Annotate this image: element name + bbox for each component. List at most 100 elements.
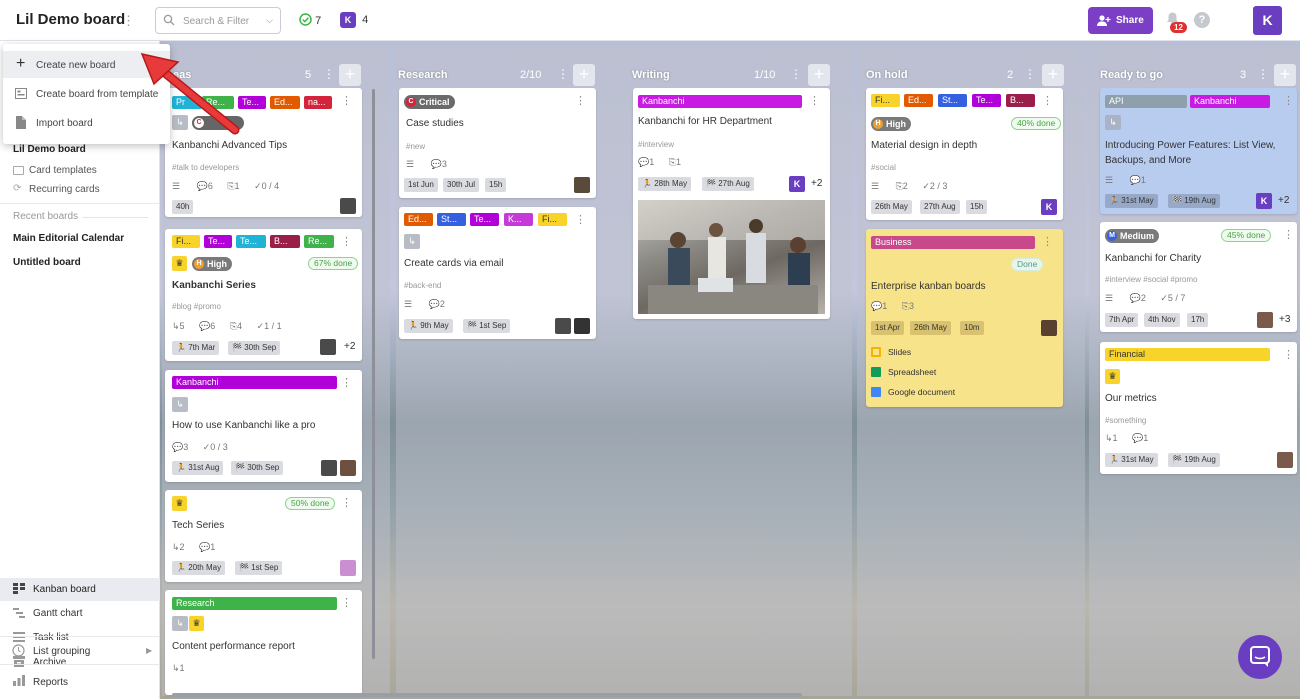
column-title[interactable]: On hold [866, 69, 908, 81]
add-card-button[interactable]: + [573, 64, 595, 86]
board-title[interactable]: Lil Demo board [16, 11, 125, 28]
card-menu-icon[interactable]: ⋮ [1042, 94, 1053, 107]
comment-count: 2 [1140, 293, 1146, 303]
sidebar-item-card-templates[interactable]: Card templates [29, 165, 97, 176]
done-counter[interactable]: 7 [299, 13, 321, 27]
card-menu-icon[interactable]: ⋮ [341, 596, 352, 609]
view-gantt-chart[interactable]: Gantt chart [33, 608, 82, 619]
card-menu-icon[interactable]: ⋮ [809, 94, 820, 107]
sidebar-item-recurring-cards[interactable]: Recurring cards [29, 184, 100, 195]
card[interactable]: Fi... Ed... St... Te... B... ⋮ H High 40%… [866, 88, 1063, 220]
comment-icon: 💬 [196, 181, 208, 191]
column-menu-icon[interactable]: ⋮ [323, 67, 335, 81]
list-grouping[interactable]: List grouping [33, 646, 90, 657]
reports[interactable]: Reports [33, 677, 68, 688]
card-menu-icon[interactable]: ⋮ [341, 496, 352, 509]
card-meta: 💬1 ⎘1 [638, 157, 681, 168]
card-menu-icon[interactable]: ⋮ [575, 94, 586, 107]
subcard-icon: ↳ [172, 397, 188, 412]
column-menu-icon[interactable]: ⋮ [790, 67, 802, 81]
card[interactable]: Fi... Te... Te... B... Re... ⋮ ♛ H High 6… [165, 229, 362, 361]
column-menu-icon[interactable]: ⋮ [1024, 67, 1036, 81]
add-card-button[interactable]: + [339, 64, 361, 86]
horizontal-scrollbar[interactable] [172, 693, 802, 697]
card[interactable]: ♛ 50% done ⋮ Tech Series ↳2 💬1 🏃 20th Ma… [165, 490, 362, 582]
more-members[interactable]: +2 [811, 178, 822, 189]
card[interactable]: Kanbanchi ⋮ Kanbanchi for HR Department … [633, 88, 830, 319]
comment-icon: 💬 [638, 157, 650, 167]
card[interactable]: C Critical ⋮ Case studies #new ☰ 💬3 1st J… [399, 88, 596, 198]
add-card-button[interactable]: + [1274, 64, 1296, 86]
priority-pill: H High [192, 257, 232, 271]
recent-board-item[interactable]: Untitled board [13, 257, 81, 268]
label: Kanbanchi [172, 376, 337, 389]
column-menu-icon[interactable]: ⋮ [1257, 67, 1269, 81]
date-chip: 1st Jun [404, 178, 438, 192]
label: Business [871, 236, 1035, 249]
attachment-link[interactable]: Slides [888, 347, 911, 357]
description-icon: ☰ [871, 181, 880, 191]
column-scrollbar[interactable] [372, 89, 375, 659]
card[interactable]: Ed... St... Te... K... Fi... ⋮ ↳ Create … [399, 207, 596, 339]
search-filter-input[interactable]: Search & Filter ⌵ [155, 7, 281, 34]
checklist-count: 5 / 7 [1167, 293, 1186, 303]
column-menu-icon[interactable]: ⋮ [557, 67, 569, 81]
members-counter[interactable]: K 4 [340, 12, 368, 28]
card-cover-image [638, 200, 825, 314]
recent-board-item[interactable]: Main Editorial Calendar [13, 233, 124, 244]
view-task-list[interactable]: Task list [33, 632, 69, 643]
card[interactable]: Business ⋮ Done Enterprise kanban boards… [866, 229, 1063, 407]
avatar [340, 198, 356, 214]
card-meta: ☰ 💬1 [1105, 175, 1146, 186]
card-menu-icon[interactable]: ⋮ [341, 235, 352, 248]
card[interactable]: Financial ⋮ ♛ Our metrics #something ↳1 … [1100, 342, 1297, 474]
card-menu-icon[interactable]: ⋮ [575, 213, 586, 226]
more-members[interactable]: +3 [1279, 314, 1290, 325]
share-button[interactable]: Share [1088, 7, 1153, 34]
due-date-chip: 🏁 19th Aug [1168, 194, 1220, 208]
column-title[interactable]: Ready to go [1100, 69, 1163, 81]
checklist-count: 1 / 1 [264, 321, 282, 331]
comment-icon: 💬 [1129, 293, 1141, 303]
add-card-button[interactable]: + [808, 64, 830, 86]
chevron-down-icon[interactable]: ⌵ [266, 15, 273, 26]
chevron-right-icon[interactable]: ▶ [146, 646, 152, 655]
card-title: Kanbanchi Series [172, 280, 256, 291]
add-user-icon [1097, 15, 1111, 26]
recent-divider [82, 217, 148, 218]
card-menu-icon[interactable]: ⋮ [1283, 348, 1294, 361]
more-members[interactable]: +2 [1278, 195, 1289, 206]
card-meta: ↳1 💬1 [1105, 433, 1148, 444]
view-archive[interactable]: Archive [33, 657, 66, 668]
board-menu-icon[interactable]: ⋮ [122, 14, 135, 27]
card[interactable]: Research ⋮ ↳ ♛ Content performance repor… [165, 590, 362, 695]
card-menu-icon[interactable]: ⋮ [341, 94, 352, 107]
card-menu-icon[interactable]: ⋮ [1042, 235, 1053, 248]
card[interactable]: Kanbanchi ⋮ ↳ How to use Kanbanchi like … [165, 370, 362, 482]
sidebar-current-board[interactable]: Lil Demo board [13, 144, 86, 155]
card-tag: #new [406, 142, 426, 151]
column-title[interactable]: Research [398, 69, 448, 81]
help-icon[interactable]: ? [1194, 12, 1210, 28]
view-kanban-board[interactable]: Kanban board [33, 584, 96, 595]
chat-button[interactable] [1238, 635, 1282, 679]
add-card-button[interactable]: + [1042, 64, 1064, 86]
comment-count: 1 [1140, 175, 1146, 185]
card-menu-icon[interactable]: ⋮ [1283, 228, 1294, 241]
more-members[interactable]: +2 [344, 341, 355, 352]
attachment-link[interactable]: Spreadsheet [888, 367, 936, 377]
avatar [555, 318, 571, 334]
card[interactable]: API Kanbanchi ⋮ ↳ Introducing Power Feat… [1100, 88, 1297, 214]
attachment-link[interactable]: Google document [888, 387, 955, 397]
avatar: K [1041, 199, 1057, 215]
label: Kanbanchi [1190, 95, 1270, 108]
priority-label: High [207, 259, 227, 269]
card-menu-icon[interactable]: ⋮ [341, 376, 352, 389]
card[interactable]: M Medium 45% done ⋮ Kanbanchi for Charity… [1100, 222, 1297, 332]
user-avatar[interactable]: K [1253, 6, 1282, 35]
board-canvas: eas 5 ⋮ + Research 2/10 ⋮ + Writing 1/10… [160, 41, 1300, 699]
card-menu-icon[interactable]: ⋮ [1283, 94, 1294, 107]
column-title[interactable]: Writing [632, 69, 670, 81]
avatar [574, 177, 590, 193]
crown-icon: ♛ [189, 616, 204, 631]
